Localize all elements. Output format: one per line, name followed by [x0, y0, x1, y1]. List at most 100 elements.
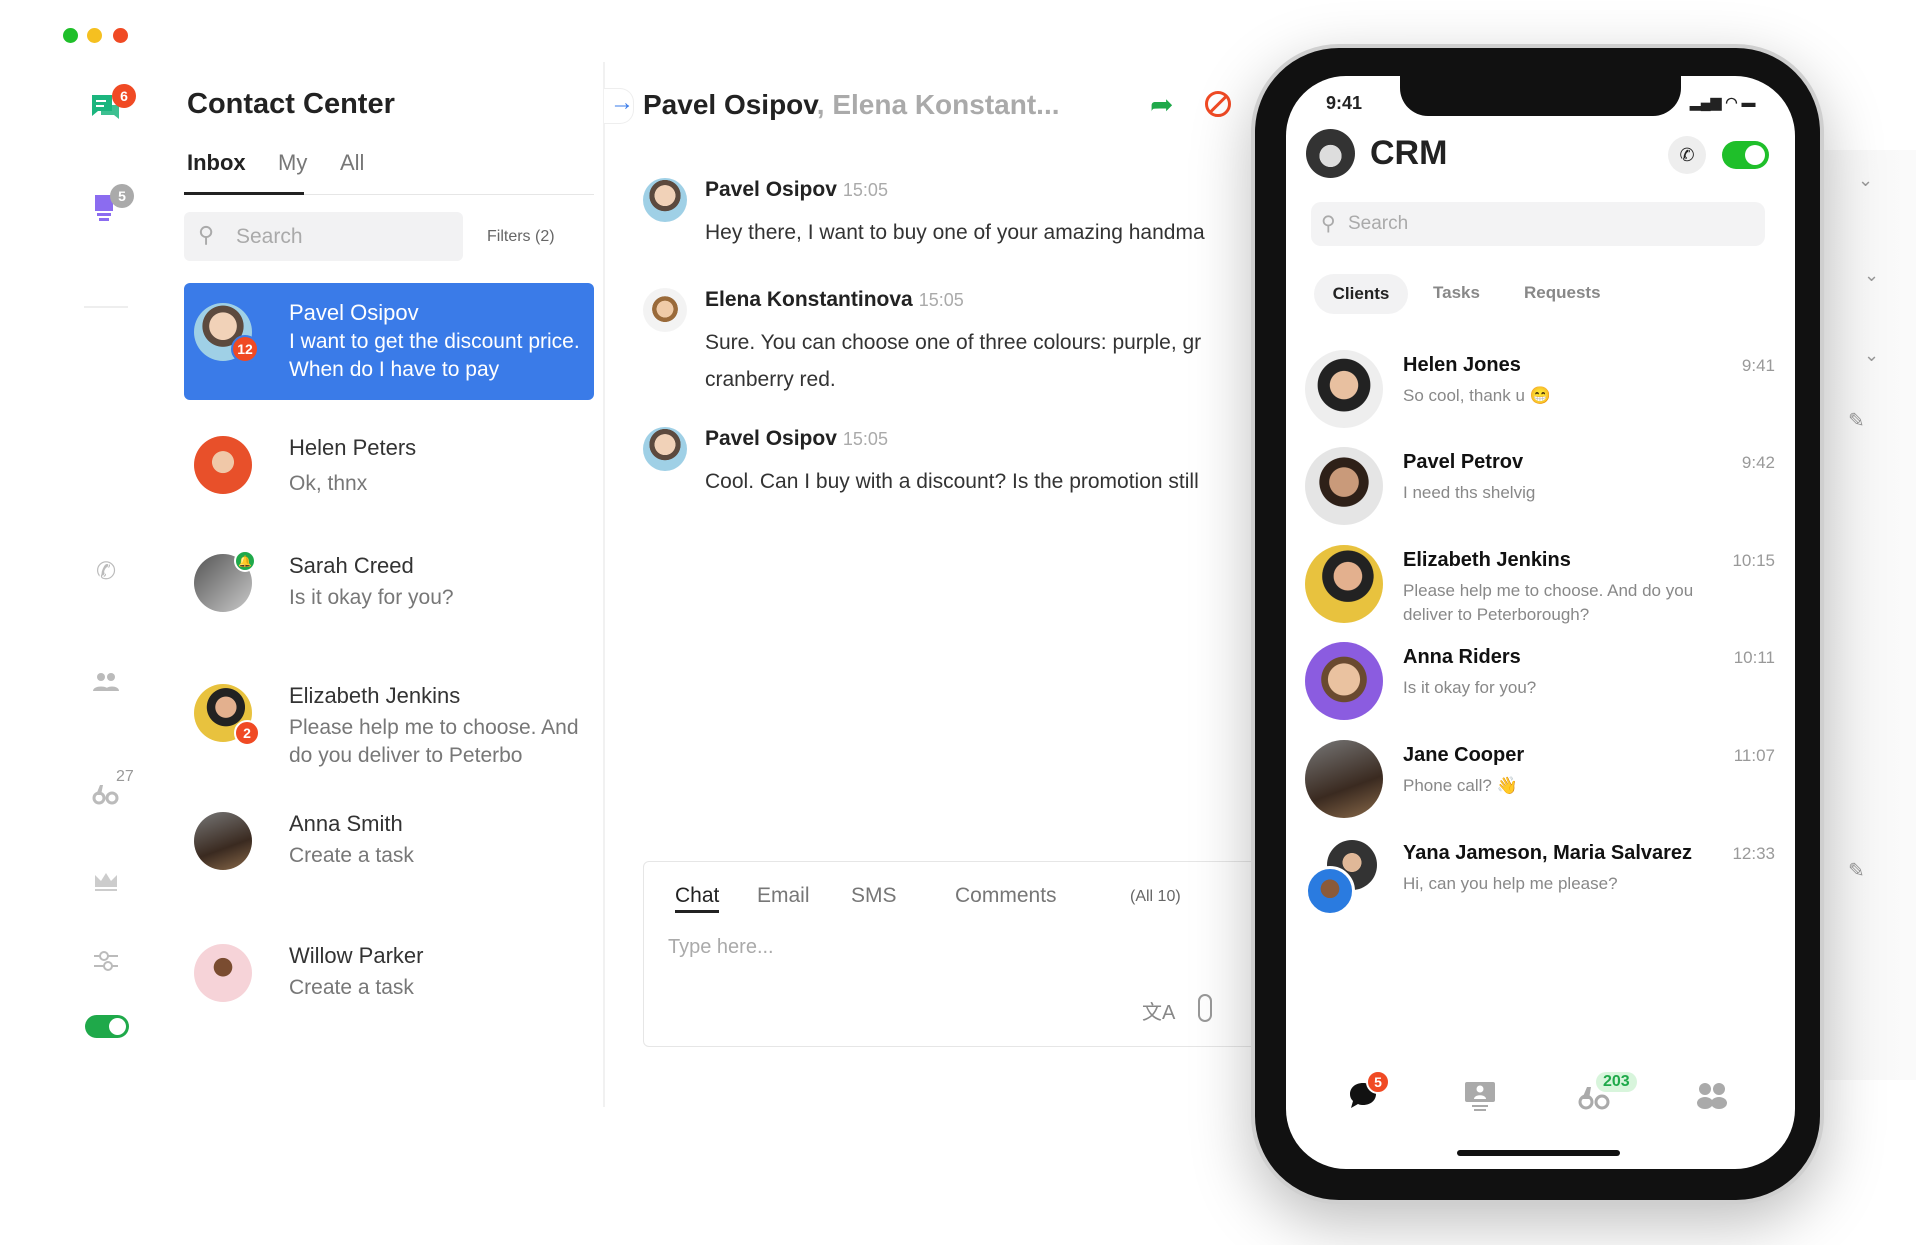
message-time: 15:05: [842, 429, 888, 449]
sliders-icon: [94, 951, 118, 971]
window-minimize-button[interactable]: [87, 28, 102, 43]
block-icon[interactable]: [1205, 91, 1231, 117]
client-row[interactable]: Yana Jameson, Maria Salvarez 12:33 Hi, c…: [1305, 838, 1775, 928]
client-message: Is it okay for you?: [1403, 678, 1537, 697]
client-row[interactable]: Anna Riders 10:11 Is it okay for you?: [1305, 642, 1775, 732]
pencil-icon[interactable]: ✎: [1848, 408, 1865, 433]
conversation-name: Sarah Creed: [289, 553, 414, 578]
crm-avatar[interactable]: [1306, 129, 1355, 178]
sidebar-item-calls[interactable]: ✆: [88, 553, 124, 589]
availability-toggle[interactable]: [1722, 141, 1769, 169]
client-time: 10:15: [1732, 551, 1775, 570]
conversation-name: Anna Smith: [289, 811, 403, 836]
phone-icon: ✆: [95, 557, 117, 585]
client-row[interactable]: Pavel Petrov 9:42 I need ths shelvig: [1305, 447, 1775, 537]
chevron-down-icon[interactable]: ⌄: [1858, 170, 1873, 191]
call-button[interactable]: ✆: [1668, 136, 1706, 174]
nav-team[interactable]: [1696, 1082, 1728, 1112]
conversation-item[interactable]: Helen Peters Ok, thnx: [184, 430, 594, 510]
message-input[interactable]: Type here...: [668, 936, 774, 959]
window-maximize-button[interactable]: [113, 28, 128, 43]
nav-monitor[interactable]: 203: [1578, 1072, 1637, 1110]
conversation-name: Pavel Osipov: [289, 300, 419, 325]
nav-contacts[interactable]: [1464, 1082, 1496, 1112]
conversation-item[interactable]: 2 Elizabeth Jenkins Please help me to ch…: [184, 678, 594, 778]
users-icon: [1697, 1083, 1727, 1109]
conversation-preview: Is it okay for you?: [289, 586, 454, 609]
composer-all-count[interactable]: (All 10): [1130, 888, 1181, 906]
arrow-right-icon[interactable]: →: [604, 88, 634, 124]
monitor-badge: 203: [1596, 1072, 1637, 1092]
forward-icon[interactable]: ➦: [1150, 88, 1173, 121]
home-indicator: [1457, 1150, 1620, 1156]
avatar: [194, 436, 252, 494]
message-text: Sure. You can choose one of three colour…: [705, 331, 1202, 391]
conversation-item-selected[interactable]: 12 Pavel Osipov I want to get the discou…: [184, 283, 594, 400]
conversation-item[interactable]: Willow Parker Create a task: [184, 942, 594, 1022]
chat-participant-secondary: , Elena Konstant...: [816, 89, 1060, 120]
composer-tab-comments[interactable]: Comments: [955, 884, 1057, 908]
avatar: [643, 288, 687, 332]
message-author: Pavel Osipov 15:05: [705, 178, 888, 201]
tab-inbox[interactable]: Inbox: [187, 150, 246, 176]
window-close-button[interactable]: [63, 28, 78, 43]
chats-badge: 5: [1366, 1070, 1390, 1094]
client-name: Helen Jones: [1403, 354, 1521, 376]
sidebar-item-settings[interactable]: [88, 943, 124, 979]
chevron-down-icon[interactable]: ⌄: [1864, 345, 1879, 366]
composer-tab-sms[interactable]: SMS: [851, 884, 897, 908]
composer-tab-chat[interactable]: Chat: [675, 884, 720, 913]
conversation-preview: Create a task: [289, 976, 414, 999]
composer-tab-email[interactable]: Email: [757, 884, 810, 908]
search-placeholder: Search: [1348, 213, 1409, 234]
sidebar-divider: [84, 306, 128, 308]
tab-all[interactable]: All: [340, 150, 364, 176]
message-time: 15:05: [842, 180, 888, 200]
conversation-preview: Create a task: [289, 844, 414, 867]
panel-divider: [603, 62, 605, 1107]
client-name: Pavel Petrov: [1403, 451, 1524, 473]
status-toggle[interactable]: [85, 1015, 129, 1038]
message-author: Elena Konstantinova 15:05: [705, 288, 964, 311]
conversation-item[interactable]: 🔔 Sarah Creed Is it okay for you?: [184, 548, 594, 628]
client-name: Jane Cooper: [1403, 744, 1525, 766]
phone-tab-requests[interactable]: Requests: [1524, 283, 1601, 303]
sidebar-item-contacts[interactable]: [88, 664, 124, 700]
sidebar-item-chats[interactable]: 6: [88, 84, 136, 126]
filters-button[interactable]: Filters (2): [487, 228, 555, 246]
client-row[interactable]: Helen Jones 9:41 So cool, thank u 😁: [1305, 350, 1775, 440]
client-time: 12:33: [1732, 844, 1775, 863]
avatar: [1305, 642, 1383, 720]
pencil-icon[interactable]: ✎: [1848, 858, 1865, 883]
phone-search-input[interactable]: ⚲ Search: [1311, 202, 1765, 246]
client-row[interactable]: Jane Cooper 11:07 Phone call? 👋: [1305, 740, 1775, 830]
client-row[interactable]: Elizabeth Jenkins 10:15 Please help me t…: [1305, 545, 1775, 635]
search-input[interactable]: ⚲ Search: [184, 212, 463, 261]
conversation-item[interactable]: Anna Smith Create a task: [184, 806, 594, 886]
bell-status-icon: 🔔: [234, 550, 256, 572]
status-icons: ▂▄▆ ◠ ▬: [1690, 94, 1756, 110]
nav-chats[interactable]: 5: [1348, 1070, 1390, 1110]
sidebar-item-premium[interactable]: [88, 864, 124, 900]
avatar: [194, 944, 252, 1002]
notch: [1400, 76, 1681, 116]
avatar: [1305, 350, 1383, 428]
monitor-count: 27: [116, 768, 134, 785]
app-title: CRM: [1370, 134, 1448, 172]
tab-my[interactable]: My: [278, 150, 307, 176]
toggle-knob: [109, 1018, 126, 1035]
phone-tab-tasks[interactable]: Tasks: [1433, 283, 1480, 303]
chat-participant-primary: Pavel Osipov: [643, 89, 817, 120]
binoculars-icon: [92, 785, 119, 805]
phone-tab-clients[interactable]: Clients: [1314, 274, 1408, 314]
sidebar-item-ideas[interactable]: 5: [88, 184, 134, 224]
client-time: 9:41: [1741, 356, 1775, 375]
sidebar-item-monitor[interactable]: 27: [88, 768, 134, 812]
avatar: [194, 812, 252, 870]
conversation-name: Elizabeth Jenkins: [289, 683, 461, 708]
search-icon: ⚲: [1321, 213, 1336, 235]
translate-icon[interactable]: 文A: [1142, 996, 1175, 1025]
avatar: [1305, 740, 1383, 818]
attachment-icon[interactable]: [1198, 994, 1212, 1022]
chevron-down-icon[interactable]: ⌄: [1864, 265, 1879, 286]
